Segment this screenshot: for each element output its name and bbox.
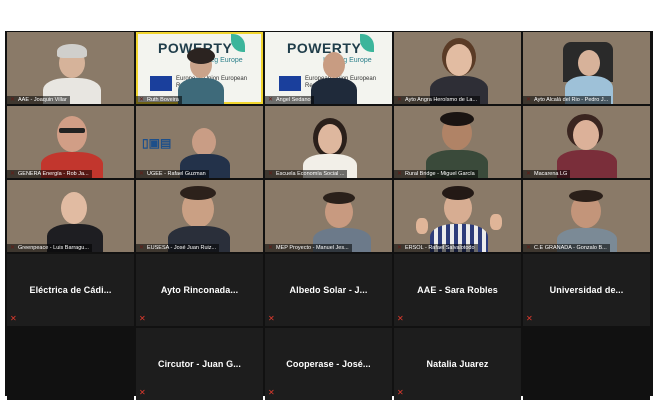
participant-tile[interactable]: POWERTY Interreg Europe European Union E… <box>265 32 392 104</box>
participant-name: Escuela Economía Social ... <box>265 170 348 178</box>
participant-name: Natalia Juarez <box>426 359 489 369</box>
participant-name: Universidad de... <box>549 285 624 295</box>
mic-muted-icon: ✕ <box>268 388 275 397</box>
poster-brand: POWERTY <box>287 40 362 56</box>
participant-tile[interactable]: ✕ Ayto Angra Heroísmo de La... <box>394 32 521 104</box>
mic-muted-icon: ✕ <box>268 314 275 323</box>
participant-name: C.E GRANADA - Gonzalo B... <box>523 244 610 252</box>
participant-name: Eléctrica de Cádi... <box>29 285 112 295</box>
participant-tile[interactable]: Circutor - Juan G... ✕ <box>136 328 263 400</box>
participant-name: Rural Bridge - Miguel García <box>394 170 478 178</box>
participant-tile[interactable]: ✕ GENERA Energía - Rob Ja... <box>7 106 134 178</box>
mic-muted-icon: ✕ <box>526 314 533 323</box>
participant-tile[interactable]: Natalia Juarez ✕ <box>394 328 521 400</box>
mic-muted-icon: ✕ <box>139 314 146 323</box>
participant-name: Cooperase - José... <box>286 359 371 369</box>
participant-name: Ruth Boveira <box>136 96 182 104</box>
eu-flag-icon <box>279 76 301 91</box>
participant-name: Ayto Angra Heroísmo de La... <box>394 96 481 104</box>
mic-muted-icon: ✕ <box>10 314 17 323</box>
participant-name: Circutor - Juan G... <box>157 359 241 369</box>
leaf-logo-icon <box>360 34 374 52</box>
participant-grid: ✕ AAE - Joaquin Villar POWERTY Interreg … <box>7 32 650 400</box>
participant-name: AAE - Sara Robles <box>417 285 498 295</box>
participant-tile[interactable]: ✕ EUSESA - José Juan Ruiz... <box>136 180 263 252</box>
participant-tile[interactable]: Albedo Solar - J... ✕ <box>265 254 392 326</box>
participant-tile[interactable]: ✕ MEP Proyecto - Manuel Jes... <box>265 180 392 252</box>
mic-muted-icon: ✕ <box>397 314 404 323</box>
mic-muted-icon: ✕ <box>397 388 404 397</box>
empty-tile <box>523 328 650 400</box>
participant-tile[interactable]: ✕ Greenpeace - Luis Barragu... <box>7 180 134 252</box>
participant-tile[interactable]: ✕ AAE - Joaquin Villar <box>7 32 134 104</box>
participant-name: EUSESA - José Juan Ruiz... <box>136 244 220 252</box>
participant-tile[interactable]: ✕ Macarena LG <box>523 106 650 178</box>
eu-flag-icon <box>150 76 172 91</box>
participant-tile[interactable]: ✕ ERSOL - Rafael Salvalotodo <box>394 180 521 252</box>
video-conference-gallery: ✕ AAE - Joaquin Villar POWERTY Interreg … <box>5 31 653 400</box>
empty-tile <box>7 328 134 400</box>
mic-muted-icon: ✕ <box>139 388 146 397</box>
participant-tile[interactable]: Ayto Rinconada... ✕ <box>136 254 263 326</box>
participant-name: GENERA Energía - Rob Ja... <box>7 170 92 178</box>
participant-tile[interactable]: Cooperase - José... ✕ <box>265 328 392 400</box>
participant-tile[interactable]: ✕ C.E GRANADA - Gonzalo B... <box>523 180 650 252</box>
participant-tile[interactable]: ✕ Escuela Economía Social ... <box>265 106 392 178</box>
participant-name: Albedo Solar - J... <box>289 285 368 295</box>
participant-name: ERSOL - Rafael Salvalotodo <box>394 244 478 252</box>
leaf-logo-icon <box>231 34 245 52</box>
logo-icon: ▯▣▤ <box>142 136 172 150</box>
participant-name: UGEE - Rafael Guzman <box>136 170 209 178</box>
participant-tile[interactable]: ✕ Rural Bridge - Miguel García <box>394 106 521 178</box>
participant-tile[interactable]: POWERTY Interreg Europe European Union E… <box>136 32 263 104</box>
participant-name: Ayto Rinconada... <box>160 285 239 295</box>
participant-name: Macarena LG <box>523 170 571 178</box>
participant-tile[interactable]: Universidad de... ✕ <box>523 254 650 326</box>
participant-name: Angel Sedano <box>265 96 314 104</box>
participant-name: Ayto Alcalá del Rio - Pedro J... <box>523 96 612 104</box>
participant-name: MEP Proyecto - Manuel Jes... <box>265 244 352 252</box>
participant-tile[interactable]: ✕ Ayto Alcalá del Rio - Pedro J... <box>523 32 650 104</box>
participant-name: Greenpeace - Luis Barragu... <box>7 244 92 252</box>
participant-tile[interactable]: Eléctrica de Cádi... ✕ <box>7 254 134 326</box>
participant-name: AAE - Joaquin Villar <box>7 96 70 104</box>
participant-tile[interactable]: ▯▣▤ ✕ UGEE - Rafael Guzman <box>136 106 263 178</box>
participant-tile[interactable]: AAE - Sara Robles ✕ <box>394 254 521 326</box>
